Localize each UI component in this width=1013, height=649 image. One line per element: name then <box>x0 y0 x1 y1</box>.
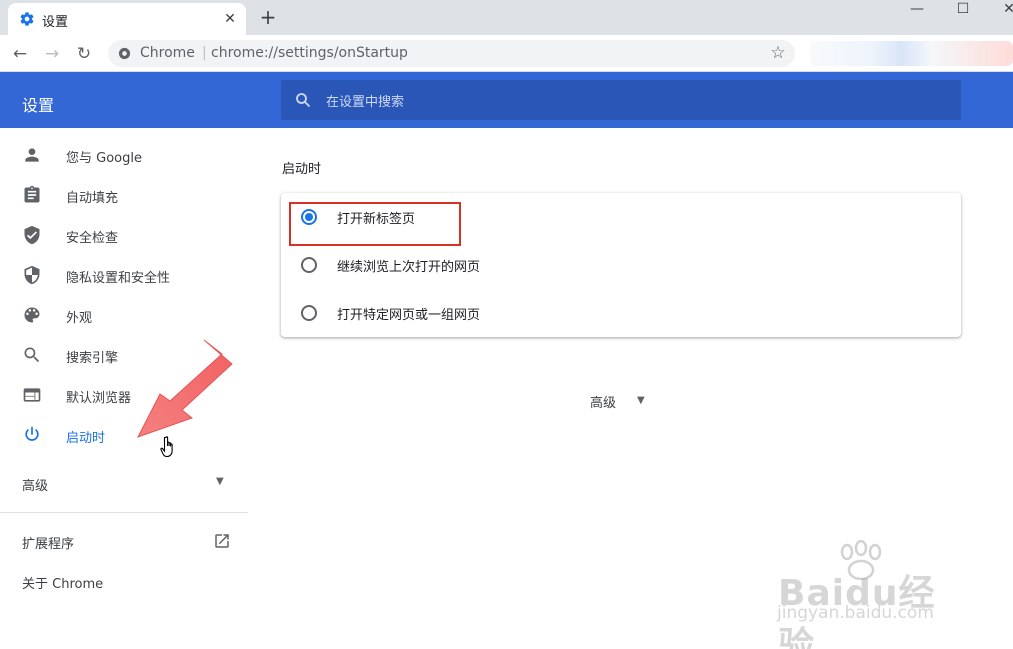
search-icon <box>296 93 311 108</box>
search-placeholder: 在设置中搜索 <box>326 95 405 110</box>
sidebar-item-label: 隐私设置和安全性 <box>66 271 171 286</box>
radio-option-continue[interactable]: 继续浏览上次打开的网页 <box>281 241 961 289</box>
maximize-button[interactable]: ☐ <box>940 0 986 28</box>
forward-button[interactable]: → <box>41 43 63 65</box>
sidebar-item-label: 您与 Google <box>66 151 142 166</box>
section-title: 启动时 <box>282 162 322 177</box>
sidebar-item-extensions[interactable]: 扩展程序 <box>22 533 74 552</box>
sidebar-divider <box>0 512 248 513</box>
sidebar-item-label: 默认浏览器 <box>66 391 132 406</box>
sidebar-item-about[interactable]: 关于 Chrome <box>22 573 103 592</box>
radio-label: 打开特定网页或一组网页 <box>337 308 481 323</box>
sidebar-item-label: 外观 <box>66 311 93 326</box>
search-icon <box>24 347 40 363</box>
radio-option-specific-pages[interactable]: 打开特定网页或一组网页 <box>281 289 961 337</box>
tab-settings[interactable]: 设置 ✕ <box>8 3 246 35</box>
page-title: 设置 <box>22 96 55 115</box>
extensions-area <box>810 41 1013 66</box>
radio-label: 继续浏览上次打开的网页 <box>337 260 481 275</box>
sidebar-advanced-toggle[interactable]: 高级 <box>22 475 48 494</box>
shield-check-icon <box>24 225 40 245</box>
close-icon[interactable]: ✕ <box>222 11 238 27</box>
reload-button[interactable]: ↻ <box>73 43 95 65</box>
minimize-button[interactable]: — <box>894 0 940 28</box>
sidebar-item-autofill[interactable]: 自动填充 <box>0 175 248 215</box>
url-separator: | <box>202 45 207 61</box>
main-advanced-toggle[interactable]: 高级 <box>590 392 616 411</box>
tab-title: 设置 <box>42 15 69 30</box>
chevron-down-icon[interactable]: ▼ <box>637 395 645 406</box>
annotation-arrow-icon <box>136 339 233 438</box>
palette-icon <box>24 307 40 323</box>
url-text[interactable]: chrome://settings/onStartup <box>211 45 408 61</box>
open-in-new-icon[interactable] <box>213 532 231 550</box>
highlight-annotation <box>289 202 461 246</box>
window-close-button[interactable]: ✕ <box>986 0 1013 28</box>
search-input[interactable]: 在设置中搜索 <box>281 80 961 120</box>
power-icon <box>25 426 39 441</box>
back-button[interactable]: ← <box>9 43 31 65</box>
sidebar-item-you-and-google[interactable]: 您与 Google <box>0 135 248 175</box>
sidebar-item-label: 安全检查 <box>66 231 119 246</box>
sidebar-item-label: 搜索引擎 <box>66 351 119 366</box>
address-bar[interactable]: Chrome | chrome://settings/onStartup ☆ <box>108 40 795 67</box>
radio-button[interactable] <box>301 305 317 321</box>
watermark-logo: Baidu经验 jingyan.baidu.com <box>775 540 965 649</box>
person-icon <box>25 148 39 162</box>
tab-strip: 设置 ✕ + — ☐ ✕ <box>0 0 1013 35</box>
chrome-page-icon <box>118 47 131 60</box>
radio-button[interactable] <box>301 257 317 273</box>
chevron-down-icon[interactable]: ▼ <box>216 476 224 487</box>
sidebar-item-label: 启动时 <box>66 431 106 446</box>
sidebar-item-safety-check[interactable]: 安全检查 <box>0 215 248 255</box>
bookmark-star-icon[interactable]: ☆ <box>769 44 787 62</box>
gear-icon <box>20 12 34 26</box>
watermark-url: jingyan.baidu.com <box>777 603 934 623</box>
url-origin: Chrome <box>140 45 195 61</box>
shield-half-icon <box>24 265 40 285</box>
new-tab-button[interactable]: + <box>258 7 278 27</box>
settings-header: 设置 在设置中搜索 <box>0 72 1013 128</box>
toolbar: ← → ↻ Chrome | chrome://settings/onStart… <box>0 35 1013 72</box>
sidebar-item-appearance[interactable]: 外观 <box>0 295 248 335</box>
browser-icon <box>23 388 41 402</box>
sidebar-item-label: 自动填充 <box>66 191 119 206</box>
clipboard-icon <box>24 185 40 203</box>
sidebar-item-privacy[interactable]: 隐私设置和安全性 <box>0 255 248 295</box>
hand-cursor-icon <box>160 436 173 458</box>
